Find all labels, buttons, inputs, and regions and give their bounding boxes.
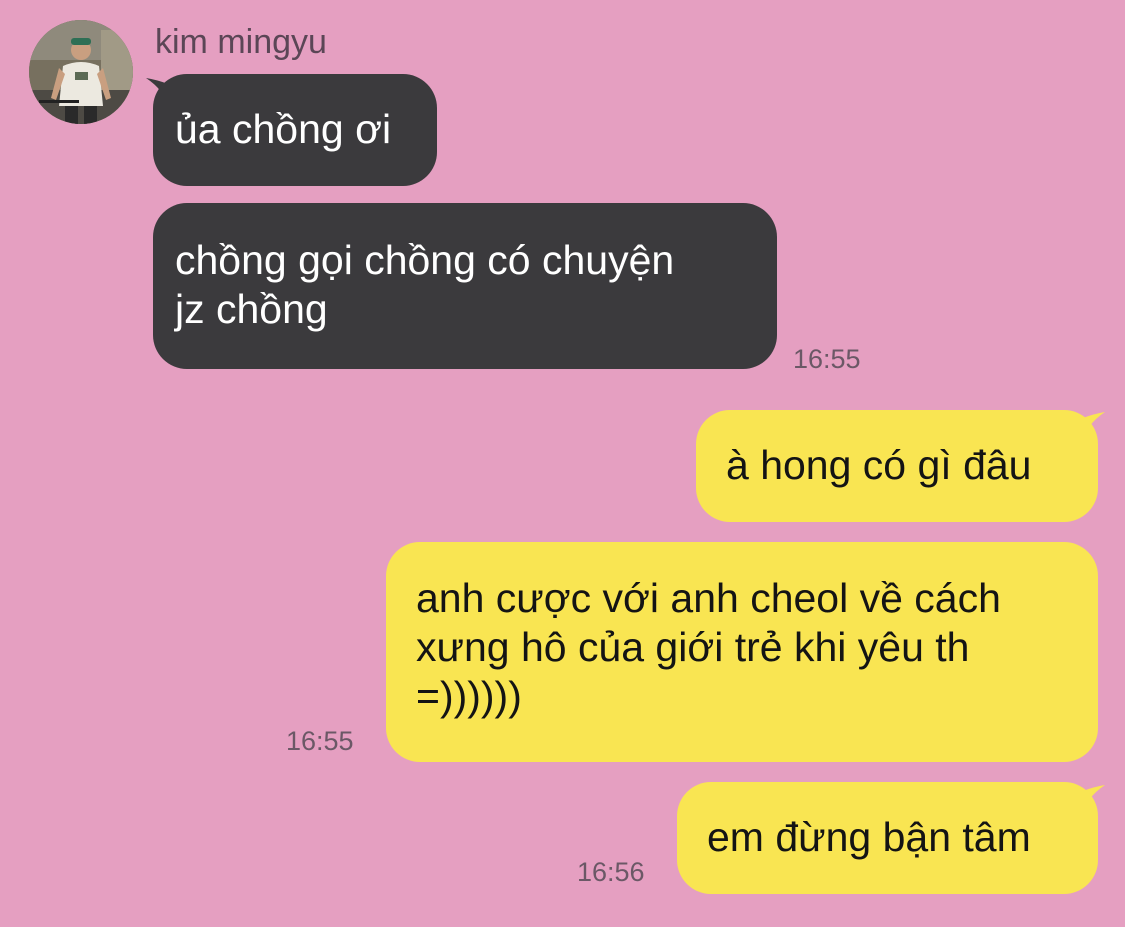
message-timestamp: 16:55: [286, 726, 354, 756]
message-text: à hong có gì đâu: [726, 442, 1032, 488]
message-text: ủa chồng ơi: [175, 106, 392, 152]
message-bubble-outgoing[interactable]: em đừng bận tâm: [677, 782, 1098, 894]
contact-avatar[interactable]: [29, 20, 133, 124]
message-timestamp: 16:56: [577, 857, 645, 887]
message-timestamp: 16:55: [793, 344, 861, 374]
message-text-line: chồng gọi chồng có chuyện: [175, 237, 675, 283]
message-text-line: =)))))): [416, 673, 522, 719]
message-text-line: xưng hô của giới trẻ khi yêu th: [416, 624, 970, 670]
message-text-line: anh cược với anh cheol về cách: [416, 575, 1001, 621]
message-bubble-outgoing[interactable]: anh cược với anh cheol về cách xưng hô c…: [386, 542, 1098, 762]
contact-name: kim mingyu: [155, 23, 327, 61]
message-bubble-incoming[interactable]: chồng gọi chồng có chuyện jz chồng: [153, 203, 777, 369]
message-bubble-incoming[interactable]: ủa chồng ơi: [153, 74, 437, 186]
message-text-line: jz chồng: [175, 286, 328, 332]
message-bubble-outgoing[interactable]: à hong có gì đâu: [696, 410, 1098, 522]
message-text: em đừng bận tâm: [707, 814, 1031, 860]
